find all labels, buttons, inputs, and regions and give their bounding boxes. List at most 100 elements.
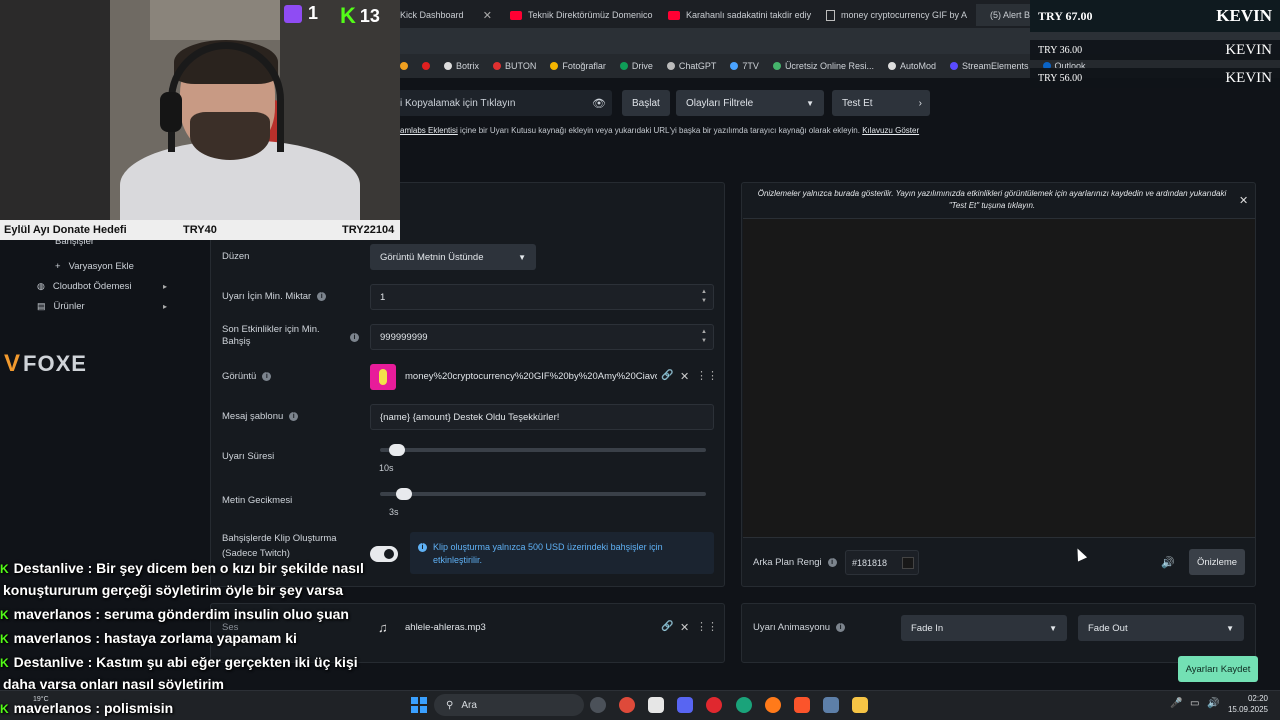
tab-youtube-1[interactable]: Teknik Direktörümüz Domenico✕ — [502, 4, 656, 26]
recent-min-input[interactable]: 999999999 ▲ ▼ — [370, 324, 714, 350]
taskbar-search[interactable]: ⚲ Ara — [434, 694, 584, 716]
close-icon[interactable]: ✕ — [483, 9, 492, 22]
info-icon[interactable]: i — [289, 411, 299, 421]
preview-button[interactable]: Önizleme — [1189, 549, 1245, 575]
label-text: Arka Plan Rengi — [753, 557, 822, 568]
filter-label: Olayları Filtrele — [686, 97, 754, 109]
taskbar-clock[interactable]: 02:20 15.09.2025 — [1222, 693, 1268, 715]
sidebar-item-add-variation[interactable]: + Varyasyon Ekle — [55, 261, 134, 272]
info-icon[interactable]: i — [836, 622, 846, 632]
goal-title: Eylül Ayı Donate Hedefi — [4, 224, 127, 236]
sidebar-item-cloudbot[interactable]: ◍ Cloudbot Ödemesi ▸ — [37, 281, 167, 292]
message-template-input[interactable]: {name} {amount} Destek Oldu Teşekkürler! — [370, 404, 714, 430]
brave-icon[interactable] — [794, 697, 810, 713]
network-icon[interactable]: ▭ — [1190, 698, 1199, 709]
edge-icon[interactable] — [736, 697, 752, 713]
bookmark-chatgpt[interactable]: ChatGPT — [666, 61, 716, 71]
bookmark-red[interactable] — [422, 62, 430, 70]
clip-toggle[interactable] — [370, 546, 398, 562]
photos-icon — [550, 62, 559, 70]
bookmark-buton[interactable]: BUTON — [493, 61, 536, 71]
donation-amount: TRY 67.00 — [1038, 8, 1093, 23]
delay-slider[interactable] — [380, 488, 706, 500]
filter-events-select[interactable]: Olayları Filtrele ▼ — [676, 90, 824, 116]
duration-slider[interactable] — [380, 444, 706, 456]
headset-earcup — [160, 92, 182, 132]
bookmark-drive[interactable]: Drive — [619, 61, 653, 71]
slider-handle[interactable] — [395, 488, 412, 500]
tab-title: (5) Alert B — [990, 10, 1031, 20]
link-icon[interactable]: 🔗 — [661, 370, 673, 381]
bookmark-photos[interactable]: Fotoğraflar — [550, 61, 606, 71]
stepper-icon[interactable]: ▲ ▼ — [701, 328, 707, 346]
microphone-icon[interactable]: 🎤 — [1170, 698, 1182, 709]
app-icon[interactable] — [648, 697, 664, 713]
chat-text: polismisin — [103, 700, 174, 716]
guide-link[interactable]: Kılavuzu Göster — [862, 126, 919, 135]
color-swatch[interactable] — [902, 556, 914, 569]
discord-icon[interactable] — [677, 697, 693, 713]
note-text: Klip oluşturma yalnızca 500 USD üzerinde… — [433, 542, 663, 565]
grid-icon[interactable]: ⋮⋮ — [696, 620, 718, 633]
extension-link[interactable]: amlabs Eklentisi — [400, 126, 458, 135]
chat-user: Destanlive — [13, 560, 84, 576]
animation-out-select[interactable]: Fade Out ▼ — [1078, 615, 1244, 641]
layout-select[interactable]: Görüntü Metnin Üstünde ▼ — [370, 244, 536, 270]
duration-value: 10s — [379, 463, 394, 473]
sidebar-item-products[interactable]: ▤ Ürünler ▸ — [37, 301, 167, 312]
animation-label: Uyarı Animasyonu i — [753, 622, 846, 633]
bookmark-streamelements[interactable]: StreamElements — [950, 61, 1029, 71]
tab-gif[interactable]: money cryptocurrency GIF by A✕ — [818, 4, 972, 26]
bookmark-automod[interactable]: AutoMod — [887, 61, 936, 71]
info-icon[interactable]: i — [350, 333, 359, 342]
url-label: i Kopyalamak için Tıklayın — [400, 97, 516, 109]
info-icon[interactable]: i — [262, 371, 272, 381]
webcam-background — [0, 0, 110, 220]
test-button[interactable]: Test Et › — [832, 90, 930, 116]
chat-message: Kmaverlanos : hastaya zorlama yapamam ki — [0, 630, 297, 646]
widget-url-field[interactable]: i Kopyalamak için Tıklayın 👁 — [398, 90, 612, 116]
donation-alert: TRY 56.00 KEVIN — [1030, 68, 1280, 88]
info-icon[interactable]: i — [317, 291, 327, 301]
close-icon[interactable]: ✕ — [680, 621, 689, 634]
close-icon[interactable]: ✕ — [680, 370, 689, 383]
tab-alert-box[interactable]: (5) Alert B — [976, 4, 1036, 26]
select-value: Fade Out — [1088, 622, 1128, 634]
bookmark-7tv[interactable]: 7TV — [730, 61, 759, 71]
settings-icon[interactable] — [590, 697, 606, 713]
tab-kick-dashboard[interactable]: Kick Dashboard ✕ — [392, 4, 500, 26]
goal-end: TRY22104 — [342, 224, 395, 236]
link-icon[interactable]: 🔗 — [661, 621, 673, 632]
sidebar-item-label: Cloudbot Ödemesi — [52, 281, 132, 292]
stepper-icon[interactable]: ▲ ▼ — [701, 288, 707, 306]
coin-icon — [379, 369, 387, 385]
fox-icon: V — [4, 350, 22, 377]
save-settings-button[interactable]: Ayarları Kaydet — [1178, 656, 1258, 682]
info-icon[interactable]: i — [827, 557, 837, 567]
tab-youtube-2[interactable]: Karahanlı sadakatini takdir ediy✕ — [660, 4, 814, 26]
search-icon: ⚲ — [446, 699, 454, 711]
close-icon[interactable]: ✕ — [1239, 194, 1248, 207]
products-icon: ▤ — [37, 301, 46, 311]
bg-color-input[interactable]: #181818 — [845, 550, 919, 575]
firefox-icon[interactable] — [765, 697, 781, 713]
volume-icon[interactable]: 🔊 — [1207, 698, 1219, 709]
bookmark-label: Fotoğraflar — [562, 61, 606, 71]
alert-settings-panel — [210, 182, 725, 587]
app-icon[interactable] — [823, 697, 839, 713]
speaker-icon[interactable]: 🔊 — [1161, 556, 1175, 569]
animation-in-select[interactable]: Fade In ▼ — [901, 615, 1067, 641]
grid-icon[interactable]: ⋮⋮ — [696, 369, 718, 382]
file-explorer-icon[interactable] — [852, 697, 868, 713]
start-menu-icon[interactable] — [411, 697, 427, 713]
bookmark-extension[interactable] — [400, 62, 408, 70]
slider-handle[interactable] — [389, 444, 406, 456]
chrome-icon[interactable] — [619, 697, 635, 713]
eye-icon[interactable]: 👁 — [592, 97, 606, 110]
opera-icon[interactable] — [706, 697, 722, 713]
min-amount-input[interactable]: 1 ▲ ▼ — [370, 284, 714, 310]
chat-user: maverlanos — [13, 606, 92, 622]
start-button[interactable]: Başlat — [622, 90, 670, 116]
bookmark-botrix[interactable]: Botrix — [444, 61, 479, 71]
bookmark-resize[interactable]: Ücretsiz Online Resi... — [772, 61, 874, 71]
